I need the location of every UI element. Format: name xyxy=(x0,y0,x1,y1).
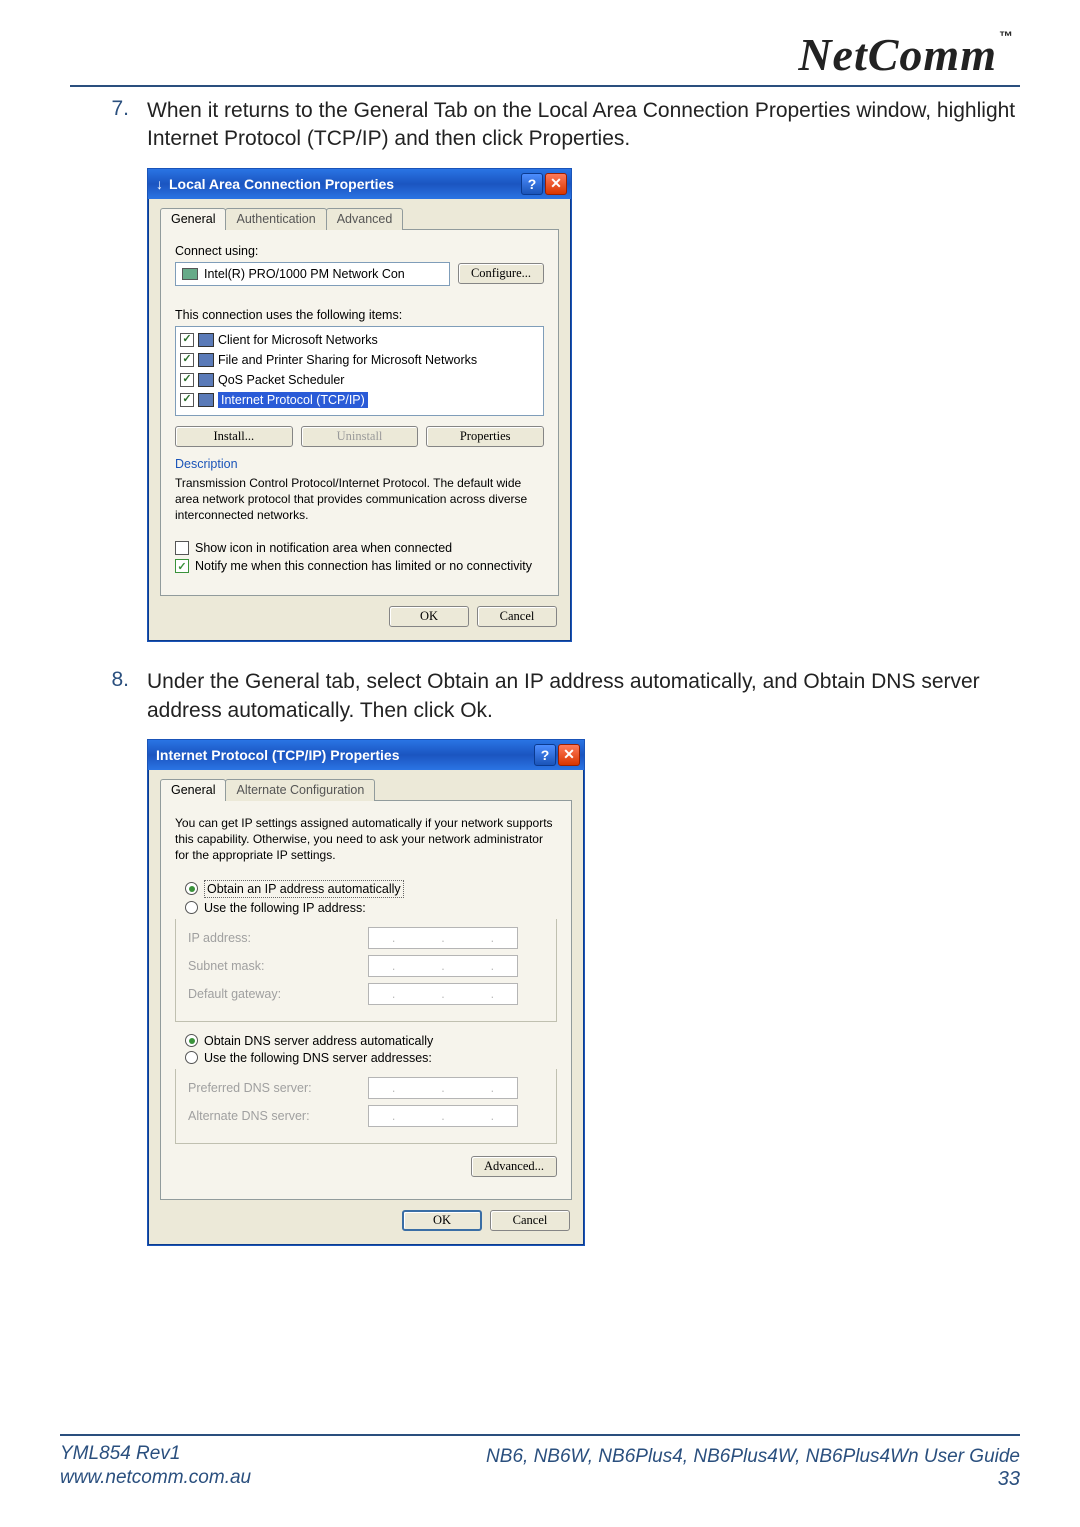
gateway-label: Default gateway: xyxy=(188,987,368,1001)
show-icon-label: Show icon in notification area when conn… xyxy=(195,541,452,555)
footer-right: NB6, NB6W, NB6Plus4, NB6Plus4W, NB6Plus4… xyxy=(486,1446,1020,1491)
use-dns-radio[interactable] xyxy=(185,1051,198,1064)
footer-divider xyxy=(60,1434,1020,1436)
dialog-title: Internet Protocol (TCP/IP) Properties xyxy=(156,747,399,763)
step-text: When it returns to the General Tab on th… xyxy=(147,97,1020,154)
trademark: ™ xyxy=(999,28,1014,44)
client-icon xyxy=(198,333,214,347)
alt-dns-field: ... xyxy=(368,1105,518,1127)
description-label: Description xyxy=(175,457,544,471)
use-ip-radio[interactable] xyxy=(185,901,198,914)
step-number: 8. xyxy=(95,668,129,725)
ip-address-label: IP address: xyxy=(188,931,368,945)
description-text: Transmission Control Protocol/Internet P… xyxy=(175,475,544,524)
dns-fields-panel: Preferred DNS server:... Alternate DNS s… xyxy=(175,1069,557,1144)
tab-general[interactable]: General xyxy=(160,208,226,230)
advanced-button[interactable]: Advanced... xyxy=(471,1156,557,1177)
list-item[interactable]: Internet Protocol (TCP/IP) xyxy=(180,390,539,410)
tab-authentication[interactable]: Authentication xyxy=(225,208,326,230)
nic-icon xyxy=(182,268,198,280)
ok-button[interactable]: OK xyxy=(389,606,469,627)
close-button[interactable]: ✕ xyxy=(558,744,580,766)
subnet-field: ... xyxy=(368,955,518,977)
general-panel: You can get IP settings assigned automat… xyxy=(160,800,572,1200)
obtain-ip-radio[interactable] xyxy=(185,882,198,895)
gateway-field: ... xyxy=(368,983,518,1005)
page-footer: YML854 Rev1 www.netcomm.com.au NB6, NB6W… xyxy=(60,1434,1020,1491)
step-8: 8. Under the General tab, select Obtain … xyxy=(95,668,1020,725)
tab-general[interactable]: General xyxy=(160,779,226,801)
help-button[interactable]: ? xyxy=(534,744,556,766)
footer-rev: YML854 Rev1 xyxy=(60,1442,251,1467)
brand-text: NetComm xyxy=(798,29,997,80)
header-divider xyxy=(70,85,1020,87)
ok-button[interactable]: OK xyxy=(402,1210,482,1231)
ip-fields-panel: IP address:... Subnet mask:... Default g… xyxy=(175,919,557,1022)
obtain-dns-label: Obtain DNS server address automatically xyxy=(204,1034,433,1048)
tab-row: General Alternate Configuration xyxy=(148,770,584,800)
uninstall-button: Uninstall xyxy=(301,426,419,447)
configure-button[interactable]: Configure... xyxy=(458,263,544,284)
header-logo-row: NetComm™ xyxy=(95,28,1020,81)
use-ip-label: Use the following IP address: xyxy=(204,901,366,915)
uses-label: This connection uses the following items… xyxy=(175,308,544,322)
tab-alternate[interactable]: Alternate Configuration xyxy=(225,779,375,801)
step-number: 7. xyxy=(95,97,129,154)
item-label: File and Printer Sharing for Microsoft N… xyxy=(218,353,477,367)
intro-text: You can get IP settings assigned automat… xyxy=(175,815,557,864)
adapter-name: Intel(R) PRO/1000 PM Network Con xyxy=(204,267,405,281)
local-area-connection-dialog: ↓ Local Area Connection Properties ? ✕ G… xyxy=(147,168,572,643)
pref-dns-label: Preferred DNS server: xyxy=(188,1081,368,1095)
list-item[interactable]: QoS Packet Scheduler xyxy=(180,370,539,390)
obtain-dns-radio[interactable] xyxy=(185,1034,198,1047)
use-dns-label: Use the following DNS server addresses: xyxy=(204,1051,432,1065)
tab-advanced[interactable]: Advanced xyxy=(326,208,404,230)
list-item[interactable]: Client for Microsoft Networks xyxy=(180,330,539,350)
connection-items-list[interactable]: Client for Microsoft Networks File and P… xyxy=(175,326,544,416)
cancel-button[interactable]: Cancel xyxy=(490,1210,570,1231)
dialog-title: Local Area Connection Properties xyxy=(169,176,394,192)
ip-address-field: ... xyxy=(368,927,518,949)
general-panel: Connect using: Intel(R) PRO/1000 PM Netw… xyxy=(160,229,559,597)
dialog2-wrap: Internet Protocol (TCP/IP) Properties ? … xyxy=(147,739,1020,1246)
help-button[interactable]: ? xyxy=(521,173,543,195)
pref-dns-field: ... xyxy=(368,1077,518,1099)
adapter-field: Intel(R) PRO/1000 PM Network Con xyxy=(175,262,450,286)
titlebar[interactable]: ↓ Local Area Connection Properties ? ✕ xyxy=(148,169,571,199)
protocol-icon xyxy=(198,393,214,407)
titlebar[interactable]: Internet Protocol (TCP/IP) Properties ? … xyxy=(148,740,584,770)
show-icon-checkbox[interactable] xyxy=(175,541,189,555)
checkbox-icon[interactable] xyxy=(180,353,194,367)
item-label: Client for Microsoft Networks xyxy=(218,333,378,347)
notify-label: Notify me when this connection has limit… xyxy=(195,559,532,573)
tab-row: General Authentication Advanced xyxy=(148,199,571,229)
subnet-label: Subnet mask: xyxy=(188,959,368,973)
obtain-ip-label: Obtain an IP address automatically xyxy=(204,880,404,898)
brand-logo: NetComm™ xyxy=(798,28,1014,81)
alt-dns-label: Alternate DNS server: xyxy=(188,1109,368,1123)
footer-left: YML854 Rev1 www.netcomm.com.au xyxy=(60,1442,251,1491)
cancel-button[interactable]: Cancel xyxy=(477,606,557,627)
dialog1-wrap: ↓ Local Area Connection Properties ? ✕ G… xyxy=(147,168,1020,643)
notify-checkbox[interactable] xyxy=(175,559,189,573)
item-label-selected: Internet Protocol (TCP/IP) xyxy=(218,392,368,408)
list-item[interactable]: File and Printer Sharing for Microsoft N… xyxy=(180,350,539,370)
checkbox-icon[interactable] xyxy=(180,333,194,347)
step-text: Under the General tab, select Obtain an … xyxy=(147,668,1020,725)
checkbox-icon[interactable] xyxy=(180,373,194,387)
tcpip-properties-dialog: Internet Protocol (TCP/IP) Properties ? … xyxy=(147,739,585,1246)
close-button[interactable]: ✕ xyxy=(545,173,567,195)
properties-button[interactable]: Properties xyxy=(426,426,544,447)
service-icon xyxy=(198,353,214,367)
checkbox-icon[interactable] xyxy=(180,393,194,407)
network-icon: ↓ xyxy=(156,176,163,192)
service-icon xyxy=(198,373,214,387)
footer-guide: NB6, NB6W, NB6Plus4, NB6Plus4W, NB6Plus4… xyxy=(486,1446,1020,1468)
step-7: 7. When it returns to the General Tab on… xyxy=(95,97,1020,154)
footer-url: www.netcomm.com.au xyxy=(60,1466,251,1491)
page-number: 33 xyxy=(486,1468,1020,1491)
item-label: QoS Packet Scheduler xyxy=(218,373,344,387)
install-button[interactable]: Install... xyxy=(175,426,293,447)
connect-using-label: Connect using: xyxy=(175,244,544,258)
